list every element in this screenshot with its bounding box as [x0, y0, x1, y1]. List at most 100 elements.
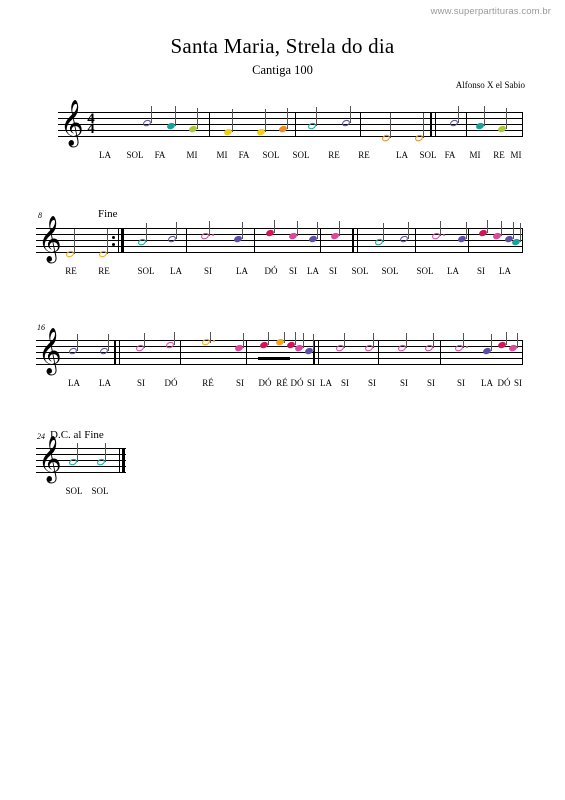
- note-stem: [284, 332, 286, 343]
- note-stem: [268, 332, 270, 345]
- lyric-syllable: MI: [510, 150, 522, 160]
- lyric-syllable: SI: [306, 378, 316, 388]
- treble-clef-icon: 𝄞: [38, 436, 62, 482]
- lyric-syllable: RE: [65, 266, 77, 276]
- note-stem: [176, 222, 178, 239]
- note-stem: [265, 109, 267, 132]
- note-stem: [105, 443, 107, 462]
- lyric-syllable: SOL: [292, 150, 310, 160]
- note-stem: [513, 222, 515, 239]
- double-barline: [435, 112, 437, 137]
- note-stem: [317, 222, 319, 239]
- barline: [295, 112, 297, 137]
- lyric-syllable: SI: [456, 378, 466, 388]
- lyric-syllable: SI: [203, 266, 213, 276]
- lyric-syllable: DÓ: [258, 378, 272, 388]
- repeat-barline: [118, 228, 120, 253]
- note-stem: [373, 333, 375, 348]
- lyric-syllable: SOL: [126, 150, 144, 160]
- double-barline: [114, 340, 116, 365]
- note-stem: [501, 221, 503, 236]
- repeat-barline: [121, 228, 125, 253]
- note-stem: [242, 222, 244, 239]
- lyric-syllable: RÉ: [202, 378, 214, 388]
- lyric-syllable: SI: [136, 378, 146, 388]
- note-stem: [506, 108, 508, 129]
- note-stem: [210, 332, 212, 343]
- lyric-syllable: SI: [288, 266, 298, 276]
- note-stem: [175, 106, 177, 126]
- lyric-syllable: SI: [513, 378, 523, 388]
- note-stem: [107, 229, 109, 254]
- note-stem: [423, 113, 425, 138]
- lyric-syllable: MI: [186, 150, 198, 160]
- lyric-syllable: SI: [340, 378, 350, 388]
- final-barline: [122, 448, 126, 473]
- lyric-syllable: SOL: [65, 486, 83, 496]
- lyric-syllable: LA: [99, 150, 111, 160]
- lyric-syllable: MI: [469, 150, 481, 160]
- lyric-syllable: LA: [320, 378, 332, 388]
- barline: [466, 112, 468, 137]
- note-stem: [151, 106, 153, 123]
- site-watermark: www.superpartituras.com.br: [430, 6, 551, 17]
- note-stem: [491, 334, 493, 351]
- lyric-syllable: DÓ: [497, 378, 511, 388]
- note-stem: [287, 108, 289, 129]
- note-stem: [74, 229, 76, 254]
- page-title: Santa Maria, Strela do dia: [170, 34, 395, 58]
- note-stem: [466, 222, 468, 239]
- lyric-syllable: LA: [307, 266, 319, 276]
- note-stem: [313, 334, 315, 351]
- lyric-syllable: SOL: [416, 266, 434, 276]
- note-stem: [243, 333, 245, 348]
- lyric-syllable: FA: [444, 150, 456, 160]
- note-stem: [209, 221, 211, 236]
- note-stem: [77, 443, 79, 462]
- lyric-syllable: RÉ: [276, 378, 288, 388]
- note-stem: [487, 220, 489, 233]
- composer-credit: Alfonso X el Sabio: [455, 80, 525, 90]
- lyric-syllable: LA: [236, 266, 248, 276]
- lyric-syllable: DÓ: [264, 266, 278, 276]
- lyric-syllable: LA: [447, 266, 459, 276]
- lyric-syllable: RE: [98, 266, 110, 276]
- note-stem: [520, 223, 522, 242]
- lyric-syllable: RE: [493, 150, 505, 160]
- note-stem: [146, 223, 148, 242]
- barline: [522, 112, 524, 137]
- note-stem: [350, 106, 352, 123]
- lyric-syllable: SI: [235, 378, 245, 388]
- barline: [415, 228, 417, 253]
- barline: [440, 340, 442, 365]
- repeat-dot: [112, 243, 115, 246]
- lyric-syllable: SOL: [137, 266, 155, 276]
- double-barline: [357, 228, 359, 253]
- lyric-syllable: SI: [399, 378, 409, 388]
- note-stem: [440, 221, 442, 236]
- note-stem: [339, 221, 341, 236]
- barline: [180, 340, 182, 365]
- barline: [378, 340, 380, 365]
- barline: [246, 340, 248, 365]
- repeat-dot: [112, 236, 115, 239]
- double-barline: [318, 340, 320, 365]
- treble-clef-icon: 𝄞: [60, 100, 84, 146]
- lyric-syllable: SOL: [381, 266, 399, 276]
- note-stem: [408, 222, 410, 239]
- lyric-syllable: SOL: [262, 150, 280, 160]
- lyric-syllable: LA: [68, 378, 80, 388]
- note-stem: [390, 113, 392, 138]
- double-barline: [430, 112, 432, 137]
- note-stem: [295, 332, 297, 345]
- lyric-syllable: FA: [238, 150, 250, 160]
- lyric-syllable: SI: [476, 266, 486, 276]
- note-stem: [383, 223, 385, 242]
- note-stem: [197, 108, 199, 129]
- barline: [522, 340, 524, 365]
- note-stem: [344, 333, 346, 348]
- eighth-beam: [258, 357, 290, 360]
- double-barline: [119, 340, 121, 365]
- note-stem: [316, 107, 318, 126]
- lyric-syllable: RE: [358, 150, 370, 160]
